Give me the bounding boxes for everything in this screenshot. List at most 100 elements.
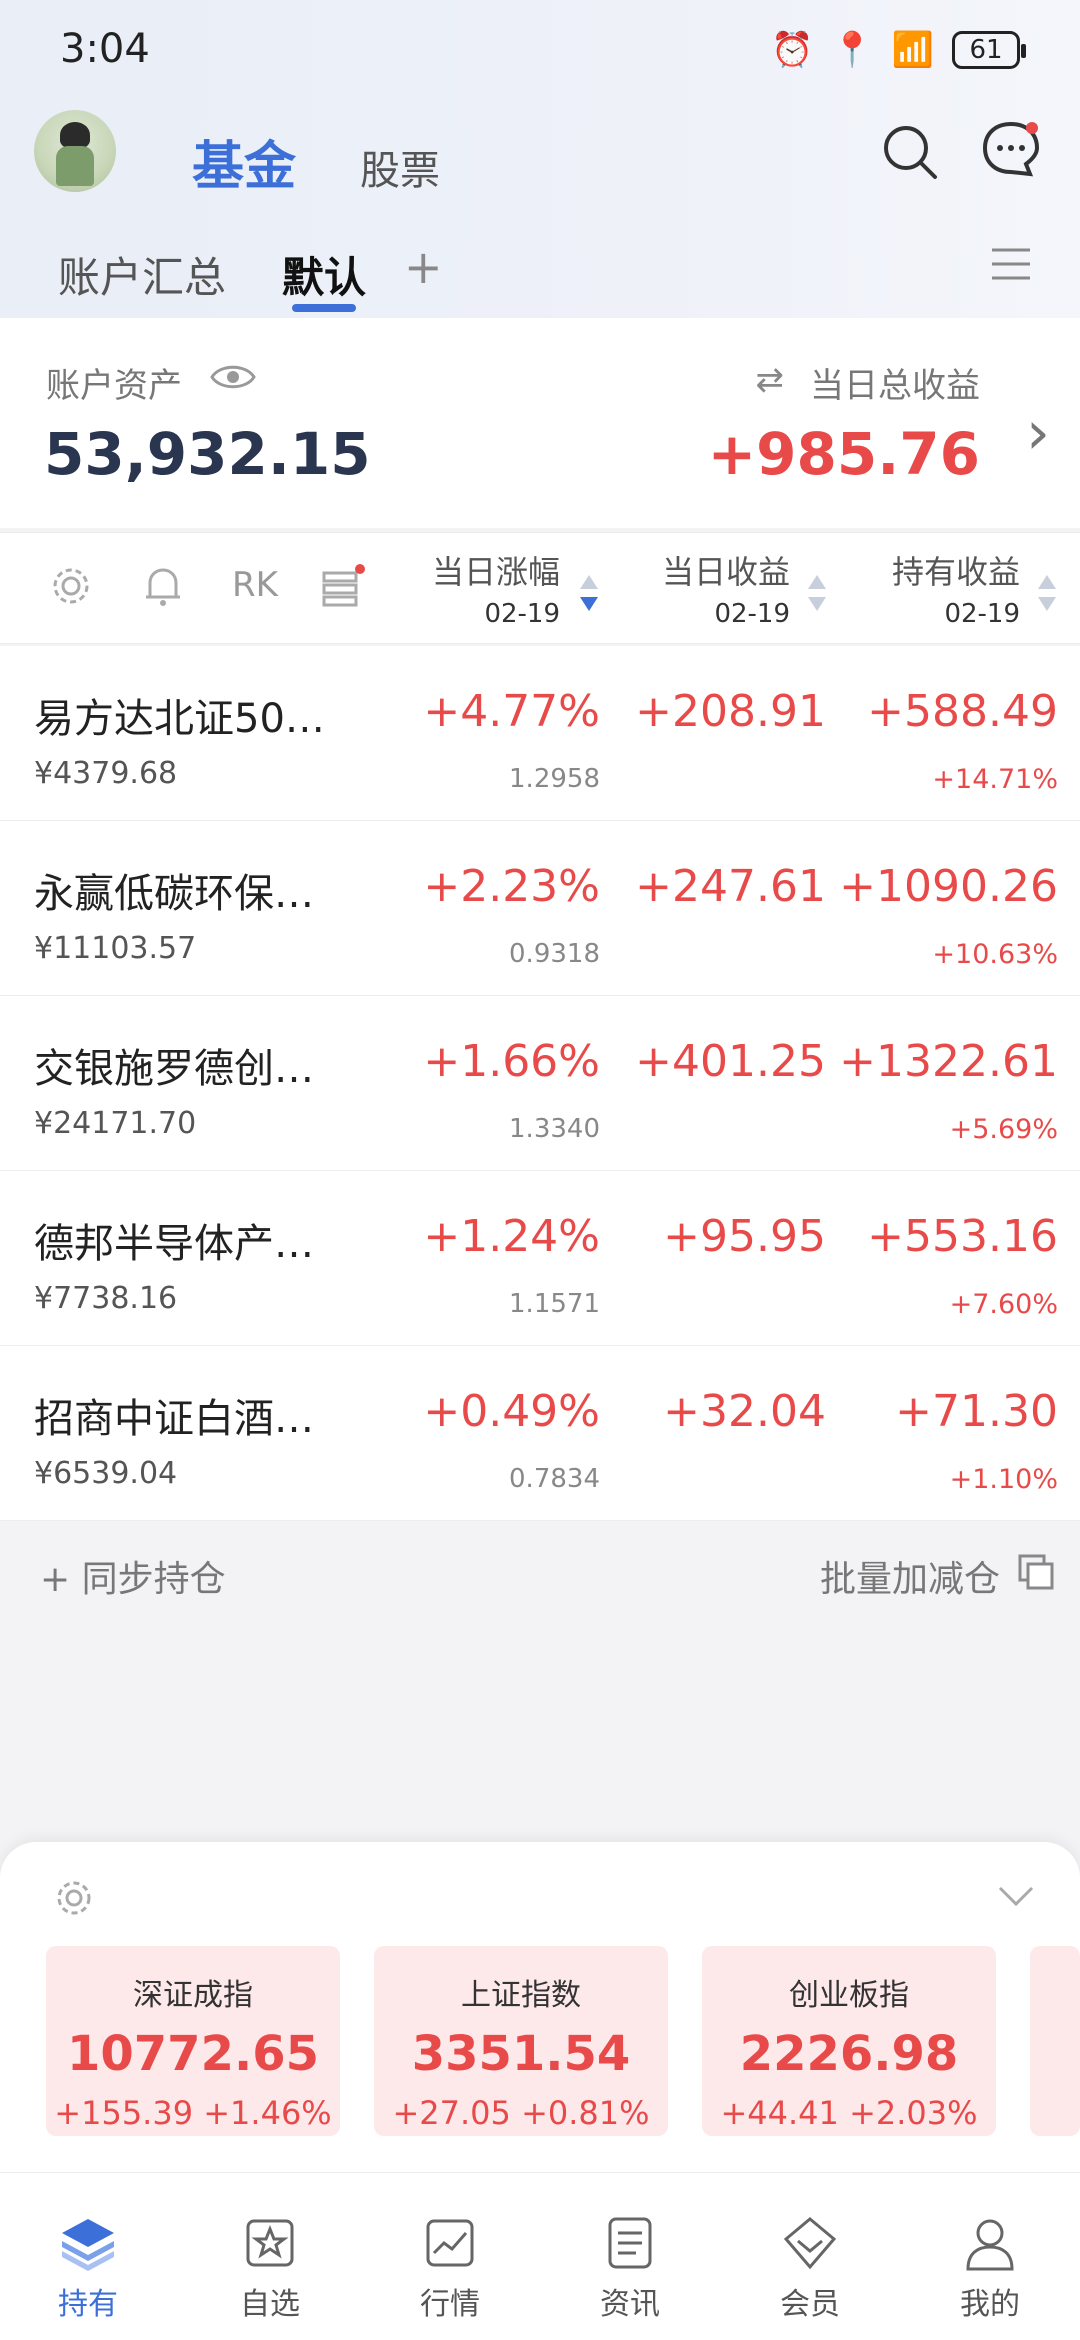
asset-value: 53,932.15 (44, 420, 371, 488)
menu-icon[interactable] (990, 244, 1032, 284)
fund-row[interactable]: 招商中证白酒… ¥6539.04 +0.49% 0.7834 +32.04 +7… (0, 1346, 1080, 1521)
copy-icon[interactable] (1016, 1552, 1056, 1592)
col-daily-profit-date: 02-19 (714, 599, 790, 629)
fund-amount: ¥7738.16 (34, 1281, 178, 1316)
daily-label: 当日总收益 (810, 366, 980, 406)
eye-icon[interactable] (210, 360, 256, 394)
fund-row[interactable]: 德邦半导体产… ¥7738.16 +1.24% 1.1571 +95.95 +5… (0, 1171, 1080, 1346)
alarm-icon: ⏰ (770, 30, 814, 70)
bell-icon[interactable] (140, 563, 186, 609)
status-icons: ⏰ 📍 📶 61 (770, 30, 1026, 70)
sync-holdings-button[interactable]: + 同步持仓 (40, 1550, 226, 1602)
fund-hold: +588.49 (867, 686, 1058, 737)
tab-default[interactable]: 默认 (282, 244, 366, 305)
sort-icon[interactable] (1036, 571, 1058, 615)
fund-row[interactable]: 永赢低碳环保… ¥11103.57 +2.23% 0.9318 +247.61 … (0, 821, 1080, 996)
message-icon[interactable] (980, 118, 1042, 180)
index-name: 创业板指 (789, 1978, 909, 2013)
column-header-row: RK 当日涨幅 02-19 当日收益 02-19 持有收益 02-19 (0, 532, 1080, 644)
index-card[interactable]: 创业板指 2226.98 +44.41 +2.03% (702, 1946, 996, 2136)
summary-card[interactable]: 账户资产 53,932.15 ⇄ 当日总收益 +985.76 › (0, 318, 1080, 528)
tabbar-me[interactable]: 我的 (930, 2213, 1050, 2323)
user-icon (966, 2219, 1014, 2271)
wifi-icon: 📶 (891, 30, 934, 70)
fund-name: 易方达北证50… (34, 696, 325, 742)
fund-nav: 1.2958 (509, 764, 600, 794)
tabbar-label: 会员 (780, 2287, 840, 2322)
location-icon: 📍 (831, 30, 874, 70)
tabbar-market[interactable]: 行情 (390, 2213, 510, 2323)
col-hold-profit[interactable]: 持有收益 02-19 (892, 547, 1020, 629)
news-icon (608, 2217, 652, 2269)
settings-icon[interactable] (48, 563, 94, 609)
fund-daily: +401.25 (635, 1036, 826, 1087)
fund-daily: +32.04 (663, 1386, 826, 1437)
index-name: 上证指数 (461, 1978, 581, 2013)
col-hold-profit-title: 持有收益 (891, 553, 1020, 591)
index-name: 深证成指 (133, 1978, 253, 2013)
segment-fund[interactable]: 基金 (192, 124, 296, 199)
fund-amount: ¥6539.04 (34, 1456, 178, 1491)
tabbar-news[interactable]: 资讯 (570, 2213, 690, 2323)
tabbar-watchlist[interactable]: 自选 (210, 2213, 330, 2323)
tabbar-label: 持有 (58, 2287, 118, 2322)
diamond-icon (783, 2217, 837, 2270)
battery-level: 61 (969, 35, 1003, 65)
index-change: +27.05 +0.81% (392, 2094, 650, 2132)
settings-icon[interactable] (52, 1876, 96, 1920)
col-hold-profit-date: 02-19 (944, 599, 1020, 629)
segment-stock[interactable]: 股票 (360, 138, 440, 196)
fund-amount: ¥4379.68 (34, 756, 178, 791)
fund-hold: +553.16 (867, 1211, 1058, 1262)
fund-row[interactable]: 易方达北证50… ¥4379.68 +4.77% 1.2958 +208.91 … (0, 646, 1080, 821)
bottom-tabbar: 持有 自选 行情 资讯 会员 我的 (0, 2172, 1080, 2340)
col-daily-profit[interactable]: 当日收益 02-19 (662, 547, 790, 629)
search-icon[interactable] (880, 122, 940, 182)
col-daily-change-title: 当日涨幅 (431, 553, 560, 591)
index-card[interactable]: 深证成指 10772.65 +155.39 +1.46% (46, 1946, 340, 2136)
batch-adjust-button[interactable]: 批量加减仓 (820, 1550, 1000, 1602)
col-daily-change-date: 02-19 (484, 599, 560, 629)
fund-amount: ¥11103.57 (34, 931, 197, 966)
index-card[interactable]: 上证指数 3351.54 +27.05 +0.81% (374, 1946, 668, 2136)
fund-change: +0.49% (423, 1386, 600, 1437)
battery-icon: 61 (952, 31, 1026, 69)
fund-hold: +1090.26 (839, 861, 1058, 912)
list-icon[interactable] (320, 563, 366, 609)
swap-icon[interactable]: ⇄ (756, 360, 785, 400)
index-change: +155.39 +1.46% (54, 2094, 332, 2132)
fund-hold-pct: +14.71% (932, 764, 1058, 795)
chevron-down-icon[interactable] (996, 1882, 1036, 1910)
fund-name: 交银施罗德创… (34, 1046, 314, 1092)
tabbar-label: 行情 (420, 2287, 480, 2322)
market-index-panel: 深证成指 10772.65 +155.39 +1.46% 上证指数 3351.5… (0, 1842, 1080, 2172)
fund-hold-pct: +1.10% (949, 1464, 1058, 1495)
tabbar-member[interactable]: 会员 (750, 2213, 870, 2323)
chevron-right-icon[interactable]: › (1026, 398, 1050, 468)
status-bar: 3:04 ⏰ 📍 📶 61 (0, 0, 1080, 100)
index-card-partial[interactable] (1030, 1946, 1080, 2136)
tab-account-summary[interactable]: 账户汇总 (58, 244, 226, 305)
kline-icon[interactable]: RK (232, 565, 278, 611)
tabbar-label: 资讯 (600, 2287, 660, 2322)
sort-icon[interactable] (578, 571, 600, 615)
status-time: 3:04 (60, 26, 150, 72)
fund-daily: +208.91 (635, 686, 826, 737)
tabbar-label: 我的 (960, 2287, 1020, 2322)
asset-label: 账户资产 (46, 366, 182, 406)
star-icon (246, 2219, 294, 2267)
fund-nav: 1.3340 (509, 1114, 600, 1144)
fund-list: 易方达北证50… ¥4379.68 +4.77% 1.2958 +208.91 … (0, 646, 1080, 1521)
layers-icon (62, 2219, 114, 2271)
tabbar-holdings[interactable]: 持有 (28, 2213, 148, 2323)
fund-row[interactable]: 交银施罗德创… ¥24171.70 +1.66% 1.3340 +401.25 … (0, 996, 1080, 1171)
add-tab-button[interactable]: + (404, 240, 443, 294)
avatar[interactable] (34, 110, 116, 192)
col-daily-change[interactable]: 当日涨幅 02-19 (432, 547, 560, 629)
avatar-hair (60, 122, 90, 148)
fund-nav: 1.1571 (509, 1289, 600, 1319)
sort-icon[interactable] (806, 571, 828, 615)
tabbar-label: 自选 (240, 2287, 300, 2322)
fund-name: 德邦半导体产… (34, 1221, 314, 1267)
fund-nav: 0.9318 (509, 939, 600, 969)
